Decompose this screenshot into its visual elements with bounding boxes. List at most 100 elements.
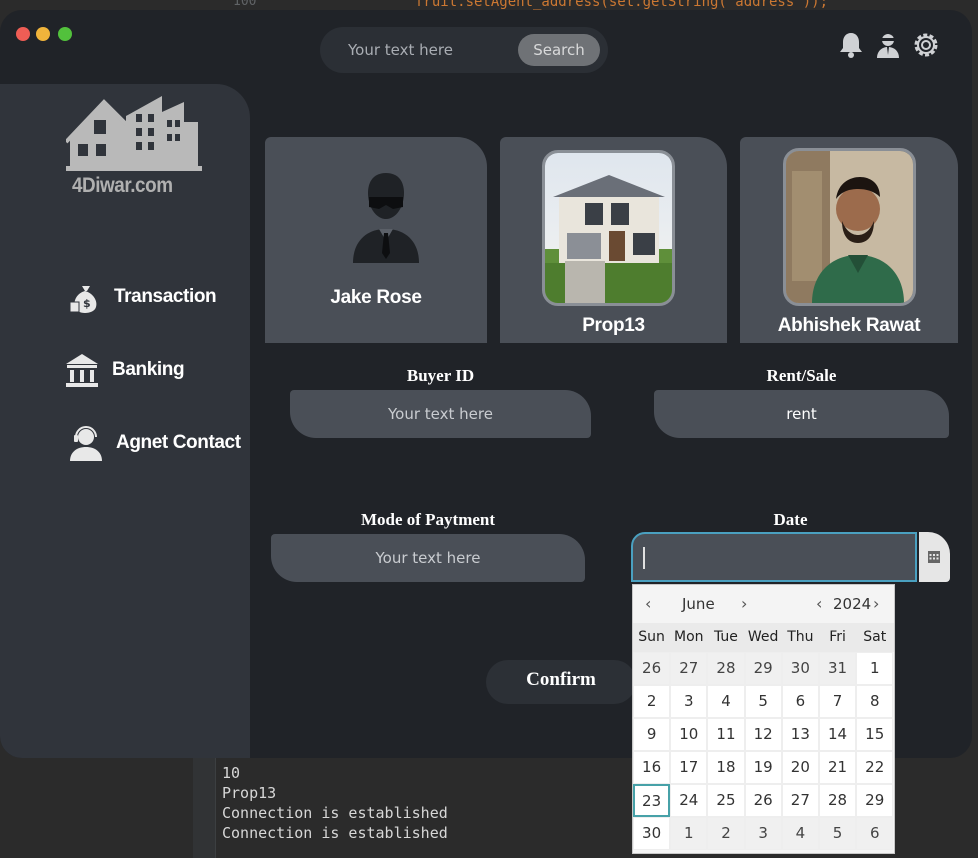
ide-line-number: 100: [233, 0, 257, 9]
console-line: Connection is established: [222, 804, 448, 822]
buyer-name: Jake Rose: [330, 287, 422, 308]
minimize-window-button[interactable]: [36, 27, 50, 41]
support-agent-icon: [70, 426, 102, 461]
calendar-day-cell[interactable]: 29: [744, 652, 782, 685]
calendar-day-cell[interactable]: 16: [633, 751, 671, 784]
calendar-day-cell[interactable]: 3: [670, 685, 708, 718]
prev-year-button[interactable]: ‹: [816, 594, 822, 613]
calendar-day-cell[interactable]: 5: [744, 685, 782, 718]
bank-icon: [66, 354, 98, 387]
calendar-day-cell[interactable]: 21: [818, 751, 857, 784]
house-photo: [542, 150, 675, 306]
calendar-day-cell[interactable]: 29: [856, 784, 894, 817]
calendar-day-cell[interactable]: 3: [744, 817, 782, 850]
calendar-day-cell[interactable]: 10: [670, 718, 708, 751]
next-year-button[interactable]: ›: [873, 594, 879, 613]
sidebar-item-transaction[interactable]: $ Transaction: [68, 280, 217, 314]
date-input[interactable]: [631, 532, 917, 582]
buyer-id-label: Buyer ID: [406, 366, 475, 385]
sidebar-item-label: Banking: [112, 359, 185, 380]
calendar-day-cell[interactable]: 18: [707, 751, 745, 784]
calendar-day-cell[interactable]: 6: [856, 817, 894, 850]
calendar-day-cell[interactable]: 11: [707, 718, 745, 751]
calendar-day-cell[interactable]: 23: [633, 784, 671, 817]
sidebar-item-label: Agnet Contact: [116, 432, 241, 453]
property-name: Prop13: [582, 315, 645, 336]
calendar-toggle-button[interactable]: [919, 532, 950, 582]
calendar-day-cell[interactable]: 8: [856, 685, 894, 718]
calendar-day-cell[interactable]: 28: [818, 784, 857, 817]
calendar-day-cell[interactable]: 24: [670, 784, 708, 817]
buyer-id-field[interactable]: Your text here: [290, 390, 591, 438]
calendar-day-cell[interactable]: 20: [781, 751, 819, 784]
next-month-button[interactable]: ›: [741, 594, 747, 613]
buyer-card[interactable]: Jake Rose: [265, 137, 487, 343]
calendar-day-cell[interactable]: 12: [744, 718, 782, 751]
sidebar: 4Diwar.com $ Transaction Banking Agnet C…: [0, 84, 250, 758]
sidebar-item-banking[interactable]: Banking: [64, 352, 185, 388]
svg-text:$: $: [83, 297, 90, 310]
calendar-day-cell[interactable]: 31: [818, 652, 857, 685]
calendar-day-cell[interactable]: 2: [707, 817, 745, 850]
calendar-day-cell[interactable]: 4: [781, 817, 819, 850]
bell-icon[interactable]: [838, 31, 864, 59]
confirm-button[interactable]: Confirm: [486, 660, 636, 704]
calendar-day-cell[interactable]: 25: [707, 784, 745, 817]
calendar-day-cell[interactable]: 2: [633, 685, 671, 718]
weekday-label: Sun: [638, 629, 665, 645]
prev-month-button[interactable]: ‹: [645, 594, 651, 613]
calendar-day-cell[interactable]: 1: [856, 652, 894, 685]
weekday-header: Sun Mon Tue Wed Thu Fri Sat: [633, 623, 894, 652]
search-input[interactable]: [340, 27, 536, 73]
weekday-label: Fri: [829, 629, 846, 645]
calendar-day-cell[interactable]: 14: [818, 718, 857, 751]
maximize-window-button[interactable]: [58, 27, 72, 41]
calendar-day-cell[interactable]: 4: [707, 685, 745, 718]
weekday-label: Tue: [714, 629, 738, 645]
weekday-label: Thu: [787, 629, 814, 645]
console-line: Connection is established: [222, 824, 448, 842]
calendar-day-grid: 26 27 28 29 30 31 1 2 3 4 5 6 7 8 9 10 11 12 13 14 15 16 17 18 1…: [633, 652, 894, 850]
mode-of-payment-field[interactable]: Your text here: [271, 534, 585, 582]
settings-icon[interactable]: [912, 31, 940, 59]
calendar-popup: ‹ June › ‹ 2024 › Sun Mon Tue Wed Thu Fri Sat …: [632, 584, 895, 854]
ide-code-line: fruit.setAgent_address(set.getString("ad…: [415, 0, 829, 10]
calendar-day-cell[interactable]: 5: [818, 817, 857, 850]
calendar-day-cell[interactable]: 1: [670, 817, 708, 850]
calendar-day-cell[interactable]: 30: [633, 817, 671, 850]
mode-of-payment-placeholder: Your text here: [375, 549, 481, 567]
property-card[interactable]: Prop13: [500, 137, 727, 343]
agent-icon[interactable]: [874, 31, 902, 59]
calendar-day-cell[interactable]: 13: [781, 718, 819, 751]
calendar-day-cell[interactable]: 26: [744, 784, 782, 817]
calendar-month: June: [682, 595, 715, 613]
calendar-day-cell[interactable]: 6: [781, 685, 819, 718]
sidebar-item-agent-contact[interactable]: Agnet Contact: [68, 424, 241, 462]
money-bag-icon: $: [69, 286, 97, 313]
console-line: 10: [222, 764, 241, 782]
sidebar-item-label: Transaction: [114, 286, 217, 307]
calendar-day-cell[interactable]: 28: [707, 652, 745, 685]
buyer-id-placeholder: Your text here: [388, 405, 493, 423]
date-label: Date: [773, 510, 808, 529]
search-button[interactable]: Search: [518, 34, 600, 66]
house-logo-icon: [66, 96, 202, 171]
calendar-day-cell[interactable]: 26: [633, 652, 671, 685]
date-picker: [631, 532, 950, 582]
calendar-day-cell[interactable]: 22: [856, 751, 894, 784]
calendar-header: ‹ June › ‹ 2024 ›: [633, 585, 894, 623]
calendar-day-cell[interactable]: 30: [781, 652, 819, 685]
calendar-day-cell[interactable]: 9: [633, 718, 671, 751]
close-window-button[interactable]: [16, 27, 30, 41]
console-line: Prop13: [222, 784, 277, 802]
calendar-day-cell[interactable]: 19: [744, 751, 782, 784]
calendar-day-cell[interactable]: 27: [781, 784, 819, 817]
calendar-year: 2024: [833, 595, 872, 613]
agent-card[interactable]: Abhishek Rawat: [740, 137, 958, 343]
weekday-label: Wed: [747, 629, 779, 645]
calendar-day-cell[interactable]: 27: [670, 652, 708, 685]
calendar-day-cell[interactable]: 15: [856, 718, 894, 751]
rent-sale-field[interactable]: rent: [654, 390, 949, 438]
calendar-day-cell[interactable]: 17: [670, 751, 708, 784]
calendar-day-cell[interactable]: 7: [818, 685, 857, 718]
